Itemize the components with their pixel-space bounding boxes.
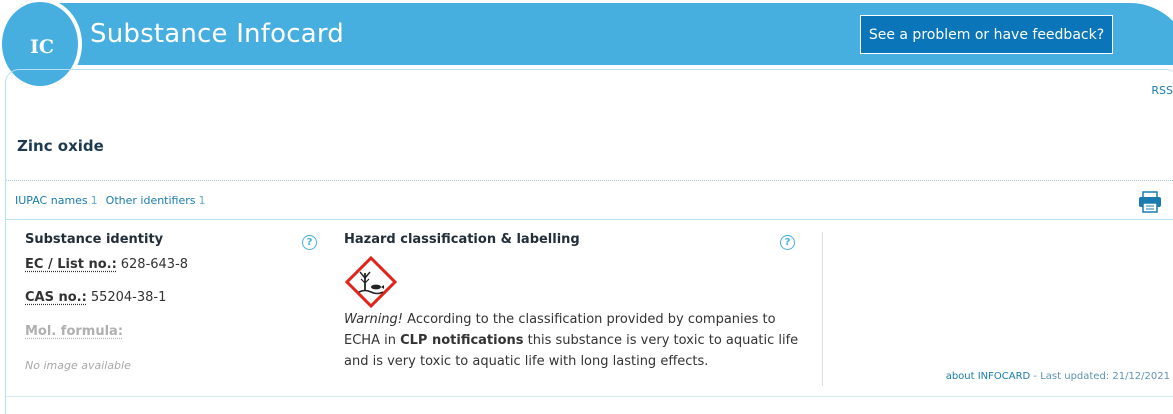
divider	[6, 180, 1173, 181]
substance-name: Zinc oxide	[17, 137, 104, 155]
clp-notifications-term: CLP notifications	[400, 333, 523, 348]
environment-hazard-icon	[345, 256, 397, 308]
hazard-statement: Warning! According to the classification…	[344, 309, 814, 372]
about-infocard-link[interactable]: about INFOCARD	[946, 371, 1031, 382]
tab-count: 1	[91, 194, 98, 207]
substance-identity-heading: Substance identity	[25, 232, 163, 247]
ec-number-field: EC / List no.: 628-643-8	[25, 257, 188, 272]
identifier-tabs: IUPAC names 1 Other identifiers 1	[15, 194, 206, 207]
cas-number-label[interactable]: CAS no.:	[25, 290, 87, 305]
rss-link[interactable]: RSS	[1151, 84, 1173, 97]
divider	[6, 396, 1173, 397]
help-icon[interactable]: ?	[302, 235, 317, 250]
ec-number-value: 628-643-8	[121, 257, 188, 272]
mol-formula-field: Mol. formula:	[25, 324, 123, 339]
footer-note: about INFOCARD - Last updated: 21/12/202…	[946, 371, 1170, 382]
ec-number-label[interactable]: EC / List no.:	[25, 257, 117, 272]
tab-iupac-names[interactable]: IUPAC names 1	[15, 194, 98, 207]
print-icon[interactable]	[1138, 191, 1162, 213]
column-divider	[822, 232, 823, 386]
warning-signal-word: Warning!	[344, 312, 403, 327]
feedback-button[interactable]: See a problem or have feedback?	[860, 15, 1113, 54]
last-updated-text: - Last updated: 21/12/2021	[1030, 371, 1170, 382]
mol-formula-label: Mol. formula:	[25, 324, 123, 339]
cas-number-value: 55204-38-1	[91, 290, 167, 305]
hazard-heading: Hazard classification & labelling	[344, 232, 580, 247]
tab-count: 1	[199, 194, 206, 207]
no-image-text: No image available	[25, 359, 131, 372]
page-title: Substance Infocard	[90, 19, 344, 49]
badge-label: IC	[30, 36, 54, 58]
cas-number-field: CAS no.: 55204-38-1	[25, 290, 166, 305]
tab-other-identifiers[interactable]: Other identifiers 1	[106, 194, 206, 207]
divider	[6, 219, 1173, 220]
help-icon[interactable]: ?	[780, 235, 795, 250]
